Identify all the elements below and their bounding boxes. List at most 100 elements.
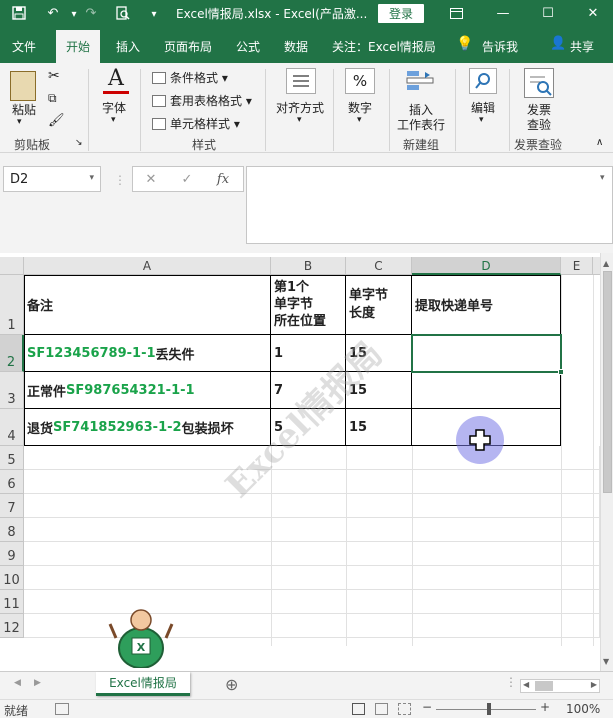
cancel-icon[interactable]: ✕ <box>133 172 169 187</box>
login-button[interactable]: 登录 <box>378 4 424 23</box>
alignment-icon[interactable] <box>286 68 316 94</box>
name-box-dropdown-icon[interactable]: ▾ <box>89 173 94 183</box>
macro-record-icon[interactable] <box>55 703 69 715</box>
add-sheet-icon[interactable]: ⊕ <box>225 675 238 694</box>
cell-a1[interactable]: 备注 <box>24 275 271 335</box>
ribbon-display-icon[interactable] <box>436 0 476 27</box>
row-header-2[interactable]: 2 <box>0 335 24 372</box>
save-icon[interactable] <box>8 2 30 24</box>
column-header-b[interactable]: B <box>271 257 346 275</box>
cell-d1[interactable]: 提取快递单号 <box>412 275 561 335</box>
insert-rows-label-2[interactable]: 工作表行 <box>397 116 445 133</box>
tab-file[interactable]: 文件 <box>12 38 36 55</box>
column-header-e[interactable]: E <box>561 257 593 275</box>
row-header-5[interactable]: 5 <box>0 446 24 470</box>
share-button[interactable]: 共享 <box>570 38 594 55</box>
zoom-slider[interactable] <box>436 709 536 710</box>
cell-c4[interactable]: 15 <box>346 409 412 446</box>
alignment-button[interactable]: 对齐方式 <box>276 99 324 116</box>
prev-sheet-icon[interactable]: ◀ <box>14 678 21 688</box>
hscroll-thumb[interactable] <box>535 681 553 691</box>
collapse-ribbon-icon[interactable]: ∧ <box>596 137 603 148</box>
cell-b1[interactable]: 第1个 单字节 所在位置 <box>271 275 346 335</box>
enter-icon[interactable]: ✓ <box>169 172 205 187</box>
edit-dropdown-icon[interactable]: ▾ <box>479 115 484 125</box>
cell-a4[interactable]: 退货 SF741852963-1-2 包装损坏 <box>24 409 271 446</box>
row-header-4[interactable]: 4 <box>0 409 24 446</box>
tell-me-input[interactable]: 告诉我 <box>482 38 518 55</box>
invoice-check-icon[interactable] <box>524 68 554 98</box>
grid-row[interactable] <box>24 470 600 494</box>
grid-row[interactable] <box>24 494 600 518</box>
row-header-12[interactable]: 12 <box>0 614 24 638</box>
cell-d3[interactable] <box>412 372 561 409</box>
zoom-level[interactable]: 100% <box>566 702 600 716</box>
tab-split-icon[interactable]: ⋮ <box>505 675 517 689</box>
row-header-9[interactable]: 9 <box>0 542 24 566</box>
row-header-10[interactable]: 10 <box>0 566 24 590</box>
invoice-check-label-2[interactable]: 查验 <box>527 116 551 133</box>
expand-formula-icon[interactable]: ▾ <box>600 173 605 183</box>
font-dropdown-icon[interactable]: ▾ <box>111 115 116 125</box>
worksheet-grid[interactable]: A B C D E 1 2 3 4 5 6 7 8 9 10 11 12 备注 … <box>0 253 600 671</box>
tab-home[interactable]: 开始 <box>56 30 101 63</box>
fill-handle[interactable] <box>558 369 564 375</box>
tab-follow[interactable]: 关注：Excel情报局 <box>332 38 436 55</box>
cell-a3[interactable]: 正常件 SF987654321-1-1 <box>24 372 271 409</box>
next-sheet-icon[interactable]: ▶ <box>34 678 41 688</box>
format-painter-icon[interactable]: 🖌 <box>48 113 65 128</box>
print-preview-icon[interactable] <box>112 2 134 24</box>
column-header-a[interactable]: A <box>24 257 271 275</box>
paste-button[interactable]: 粘贴 <box>12 101 36 118</box>
column-header-f[interactable] <box>593 257 600 275</box>
name-box[interactable]: D2 ▾ <box>3 166 101 192</box>
zoom-out-button[interactable]: − <box>422 700 432 714</box>
paste-icon[interactable] <box>10 71 36 101</box>
formula-input[interactable] <box>246 166 613 244</box>
tab-formulas[interactable]: 公式 <box>236 38 260 55</box>
sheet-tab-excel[interactable]: Excel情报局 <box>96 672 190 696</box>
copy-icon[interactable]: ⧉ <box>48 91 57 106</box>
row-header-8[interactable]: 8 <box>0 518 24 542</box>
font-icon[interactable]: A <box>103 66 129 94</box>
number-button[interactable]: 数字 <box>348 99 372 116</box>
tab-page-layout[interactable]: 页面布局 <box>164 38 212 55</box>
conditional-format-button[interactable]: 条件格式 ▾ <box>152 69 228 86</box>
row-header-6[interactable]: 6 <box>0 470 24 494</box>
row-header-3[interactable]: 3 <box>0 372 24 409</box>
cell-style-button[interactable]: 单元格样式 ▾ <box>152 115 240 132</box>
tab-insert[interactable]: 插入 <box>116 38 140 55</box>
cell-a2[interactable]: SF123456789-1-1 丢失件 <box>24 335 271 372</box>
row-header-7[interactable]: 7 <box>0 494 24 518</box>
search-icon[interactable] <box>469 68 497 94</box>
select-all-corner[interactable] <box>0 257 24 275</box>
tab-data[interactable]: 数据 <box>284 38 308 55</box>
grid-row[interactable] <box>24 446 600 470</box>
alignment-dropdown-icon[interactable]: ▾ <box>297 115 302 125</box>
number-dropdown-icon[interactable]: ▾ <box>357 115 362 125</box>
page-break-view-icon[interactable] <box>398 703 411 715</box>
clipboard-launcher-icon[interactable]: ↘ <box>75 138 83 148</box>
zoom-slider-thumb[interactable] <box>487 703 491 715</box>
cell-c1[interactable]: 单字节 长度 <box>346 275 412 335</box>
insert-rows-icon[interactable] <box>405 68 435 97</box>
font-button[interactable]: 字体 <box>102 99 126 116</box>
page-layout-view-icon[interactable] <box>375 703 388 715</box>
row-header-1[interactable]: 1 <box>0 275 24 335</box>
scroll-thumb[interactable] <box>603 271 612 493</box>
customize-qat-icon[interactable]: ▾ <box>143 3 165 25</box>
cut-icon[interactable]: ✂ <box>48 68 60 84</box>
scroll-up-icon[interactable]: ▲ <box>603 259 609 268</box>
undo-icon[interactable]: ↶ <box>42 2 64 24</box>
row-header-11[interactable]: 11 <box>0 590 24 614</box>
grid-row[interactable] <box>24 542 600 566</box>
scroll-down-icon[interactable]: ▼ <box>603 657 609 666</box>
insert-function-icon[interactable]: fx <box>205 172 241 187</box>
horizontal-scrollbar[interactable]: ◀ ▶ <box>520 679 600 693</box>
redo-icon[interactable]: ↷ <box>80 2 102 24</box>
zoom-in-button[interactable]: + <box>540 700 550 714</box>
table-format-button[interactable]: 套用表格格式 ▾ <box>152 92 252 109</box>
grid-row[interactable] <box>24 566 600 590</box>
column-header-d[interactable]: D <box>412 257 561 275</box>
scroll-left-icon[interactable]: ◀ <box>523 680 529 689</box>
